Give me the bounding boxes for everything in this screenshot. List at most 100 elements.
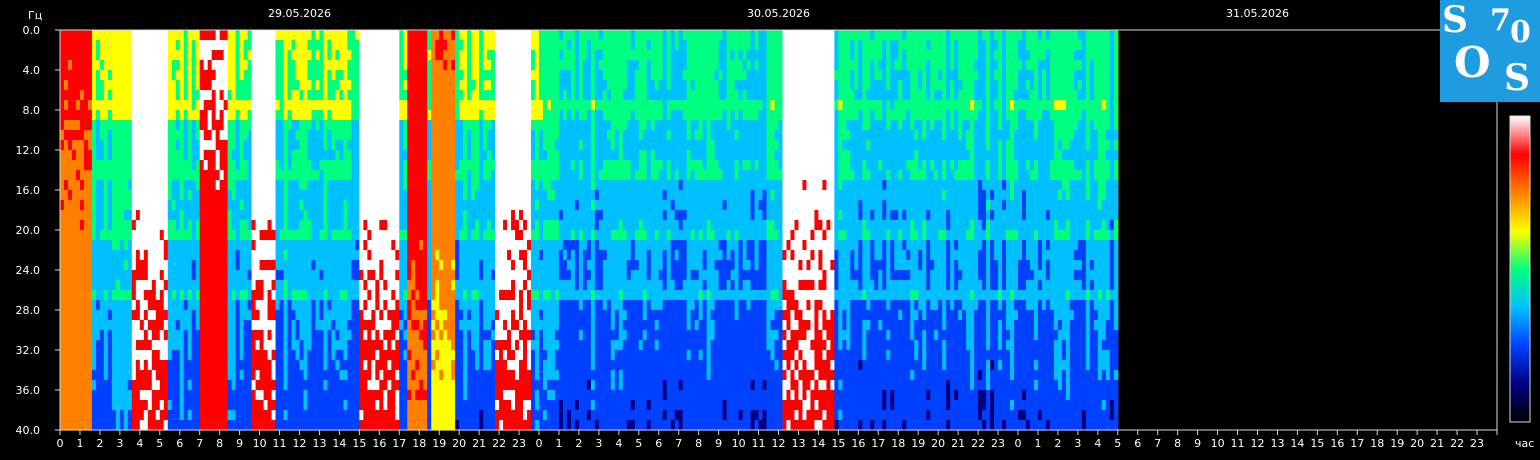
spectrogram-cell xyxy=(255,360,261,371)
spectrogram-cell xyxy=(546,360,552,371)
spectrogram-cell xyxy=(183,370,189,381)
spectrogram-cell xyxy=(111,30,117,41)
spectrogram-cell xyxy=(207,140,213,151)
spectrogram-cell xyxy=(455,120,460,131)
spectrogram-cell xyxy=(395,310,400,321)
spectrogram-cell xyxy=(383,220,388,231)
spectrogram-cell xyxy=(363,380,368,391)
spectrogram-cell xyxy=(207,150,213,161)
spectrogram-cell xyxy=(383,230,388,241)
spectrogram-cell xyxy=(175,380,181,391)
spectrogram-cell xyxy=(175,290,181,301)
spectrogram-cell xyxy=(63,320,69,331)
spectrogram-cell xyxy=(427,30,432,41)
spectrogram-cell xyxy=(195,80,201,91)
spectrogram-cell xyxy=(439,120,444,131)
spectrogram-cell xyxy=(467,390,472,401)
spectrogram-cell xyxy=(275,320,281,331)
spectrogram-cell xyxy=(475,130,480,141)
spectrogram-cell xyxy=(215,60,221,71)
spectrogram-cell xyxy=(187,120,193,131)
spectrogram-cell xyxy=(115,130,121,141)
spectrogram-cell xyxy=(407,340,412,351)
spectrogram-cell xyxy=(175,410,181,421)
spectrogram-cell xyxy=(243,420,249,431)
spectrogram-cell xyxy=(183,230,189,241)
spectrogram-cell xyxy=(387,220,392,231)
spectrogram-cell xyxy=(211,340,217,351)
spectrogram-cell xyxy=(503,90,508,101)
spectrogram-cell xyxy=(63,270,69,281)
spectrogram-cell xyxy=(67,40,73,51)
spectrogram-cell xyxy=(475,230,480,241)
spectrogram-cell xyxy=(499,400,504,411)
spectrogram-cell xyxy=(355,210,360,221)
spectrogram-cell xyxy=(171,370,177,381)
spectrogram-cell xyxy=(287,370,293,381)
spectrogram-cell xyxy=(339,110,345,121)
spectrogram-cell xyxy=(79,120,85,131)
spectrogram-cell xyxy=(415,330,420,341)
spectrogram-cell xyxy=(287,230,293,241)
spectrogram-cell xyxy=(419,130,424,141)
spectrogram-cell xyxy=(87,320,93,331)
spectrogram-cell xyxy=(63,370,69,381)
spectrogram-cell xyxy=(491,120,496,131)
spectrogram-cell xyxy=(499,270,504,281)
spectrogram-cell xyxy=(447,390,452,401)
spectrogram-cell xyxy=(79,330,85,341)
spectrogram-cell xyxy=(139,220,145,231)
spectrogram-cell xyxy=(279,60,285,71)
spectrogram-cell xyxy=(143,180,149,191)
spectrogram-cell xyxy=(539,350,544,361)
spectrogram-cell xyxy=(299,160,305,171)
spectrogram-cell xyxy=(139,400,145,411)
spectrogram-cell xyxy=(447,410,452,421)
spectrogram-cell xyxy=(263,160,269,171)
spectrogram-cell xyxy=(375,100,380,111)
spectrogram-cell xyxy=(331,50,337,61)
spectrogram-cell xyxy=(479,410,484,421)
spectrogram-cell xyxy=(139,210,145,221)
spectrogram-cell xyxy=(391,240,396,251)
spectrogram-cell xyxy=(111,220,117,231)
spectrogram-cell xyxy=(211,280,217,291)
spectrogram-cell xyxy=(423,380,428,391)
spectrogram-cell xyxy=(407,240,412,251)
spectrogram-cell xyxy=(483,250,488,261)
spectrogram-cell xyxy=(203,250,209,261)
spectrogram-cell xyxy=(439,30,444,41)
spectrogram-cell xyxy=(411,230,416,241)
spectrogram-cell xyxy=(259,80,265,91)
spectrogram-cell xyxy=(219,290,225,301)
spectrogram-cell xyxy=(119,140,125,151)
spectrogram-cell xyxy=(251,80,257,91)
spectrogram-cell xyxy=(163,230,169,241)
spectrogram-cell xyxy=(235,420,241,431)
spectrogram-cell xyxy=(235,280,241,291)
spectrogram-cell xyxy=(439,140,444,151)
spectrogram-cell xyxy=(251,190,257,201)
spectrogram-cell xyxy=(207,160,213,171)
spectrogram-cell xyxy=(511,280,516,291)
spectrogram-cell xyxy=(187,170,193,181)
spectrogram-cell xyxy=(519,120,524,131)
spectrogram-cell xyxy=(487,350,492,361)
spectrogram-cell xyxy=(99,290,105,301)
spectrogram-cell xyxy=(427,290,432,301)
spectrogram-cell xyxy=(211,200,217,211)
spectrogram-cell xyxy=(363,230,368,241)
spectrogram-cell xyxy=(439,330,444,341)
spectrogram-cell xyxy=(363,210,368,221)
spectrogram-cell xyxy=(371,180,376,191)
spectrogram-cell xyxy=(423,240,428,251)
spectrogram-cell xyxy=(455,400,460,411)
spectrogram-cell xyxy=(227,180,233,191)
spectrogram-cell xyxy=(295,30,301,41)
spectrogram-cell xyxy=(259,280,265,291)
spectrogram-cell xyxy=(115,280,121,291)
spectrogram-cell xyxy=(91,370,97,381)
spectrogram-cell xyxy=(75,70,81,81)
spectrogram-cell xyxy=(131,160,137,171)
spectrogram-cell xyxy=(371,90,376,101)
